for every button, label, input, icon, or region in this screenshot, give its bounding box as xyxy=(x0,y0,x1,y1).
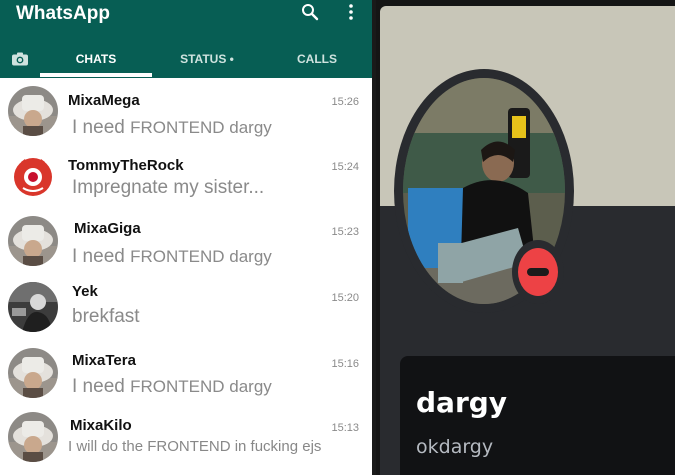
chat-time: 15:26 xyxy=(331,96,359,108)
chat-name: MixaGiga xyxy=(74,220,141,237)
chat-row-mixatera[interactable]: MixaTera 15:16 I need FRONTEND dargy xyxy=(0,344,372,408)
chat-name: Yek xyxy=(72,283,98,300)
profile-panel: dargy okdargy xyxy=(376,0,675,475)
chat-preview: I need FRONTEND dargy xyxy=(72,246,272,267)
hat-avatar xyxy=(8,348,58,398)
camera-icon xyxy=(12,52,28,66)
do-not-disturb-icon xyxy=(518,248,558,296)
chat-time: 15:20 xyxy=(331,292,359,304)
tab-status[interactable]: STATUS • xyxy=(152,40,262,78)
app-header: WhatsApp CHATS STATUS • CALLS xyxy=(0,0,372,78)
chat-time: 15:13 xyxy=(331,422,359,434)
chat-name: MixaTera xyxy=(72,352,136,369)
hat-avatar xyxy=(8,412,58,462)
hat-avatar xyxy=(8,216,58,266)
hat-avatar xyxy=(8,86,58,136)
chat-row-mixamega[interactable]: MixaMega 15:26 I need FRONTEND dargy xyxy=(0,82,372,146)
chat-name: MixaKilo xyxy=(70,417,132,434)
search-icon[interactable] xyxy=(300,2,320,22)
profile-name-box: dargy okdargy xyxy=(400,356,675,475)
chat-preview: I need FRONTEND dargy xyxy=(72,117,272,138)
chat-row-mixagiga[interactable]: MixaGiga 15:23 I need FRONTEND dargy xyxy=(0,214,372,278)
chat-name: MixaMega xyxy=(68,92,140,109)
whatsapp-panel: WhatsApp CHATS STATUS • CALLS MixaMega 1… xyxy=(0,0,372,475)
chat-row-yek[interactable]: Yek 15:20 brekfast xyxy=(0,278,372,342)
username: okdargy xyxy=(416,436,494,458)
chat-preview: I will do the FRONTEND in fucking ejs xyxy=(68,438,322,455)
more-vert-icon[interactable] xyxy=(341,2,361,22)
app-title: WhatsApp xyxy=(16,3,110,24)
active-tab-indicator xyxy=(40,73,152,77)
chat-preview: Impregnate my sister... xyxy=(72,177,265,198)
chat-preview: brekfast xyxy=(72,306,140,327)
display-name: dargy xyxy=(416,386,508,419)
chat-name: TommyTheRock xyxy=(68,157,184,174)
chat-preview: I need FRONTEND dargy xyxy=(72,376,272,397)
chat-time: 15:23 xyxy=(331,226,359,238)
chat-row-mixakilo[interactable]: MixaKilo 15:13 I will do the FRONTEND in… xyxy=(0,408,372,472)
chat-row-tommytherock[interactable]: TommyTheRock 15:24 Impregnate my sister.… xyxy=(0,146,372,210)
red-mascot-avatar xyxy=(8,150,58,200)
chat-time: 15:24 xyxy=(331,161,359,173)
grayscale-person-avatar xyxy=(8,282,58,332)
tab-calls[interactable]: CALLS xyxy=(262,40,372,78)
tab-camera[interactable] xyxy=(0,40,40,78)
chat-time: 15:16 xyxy=(331,358,359,370)
